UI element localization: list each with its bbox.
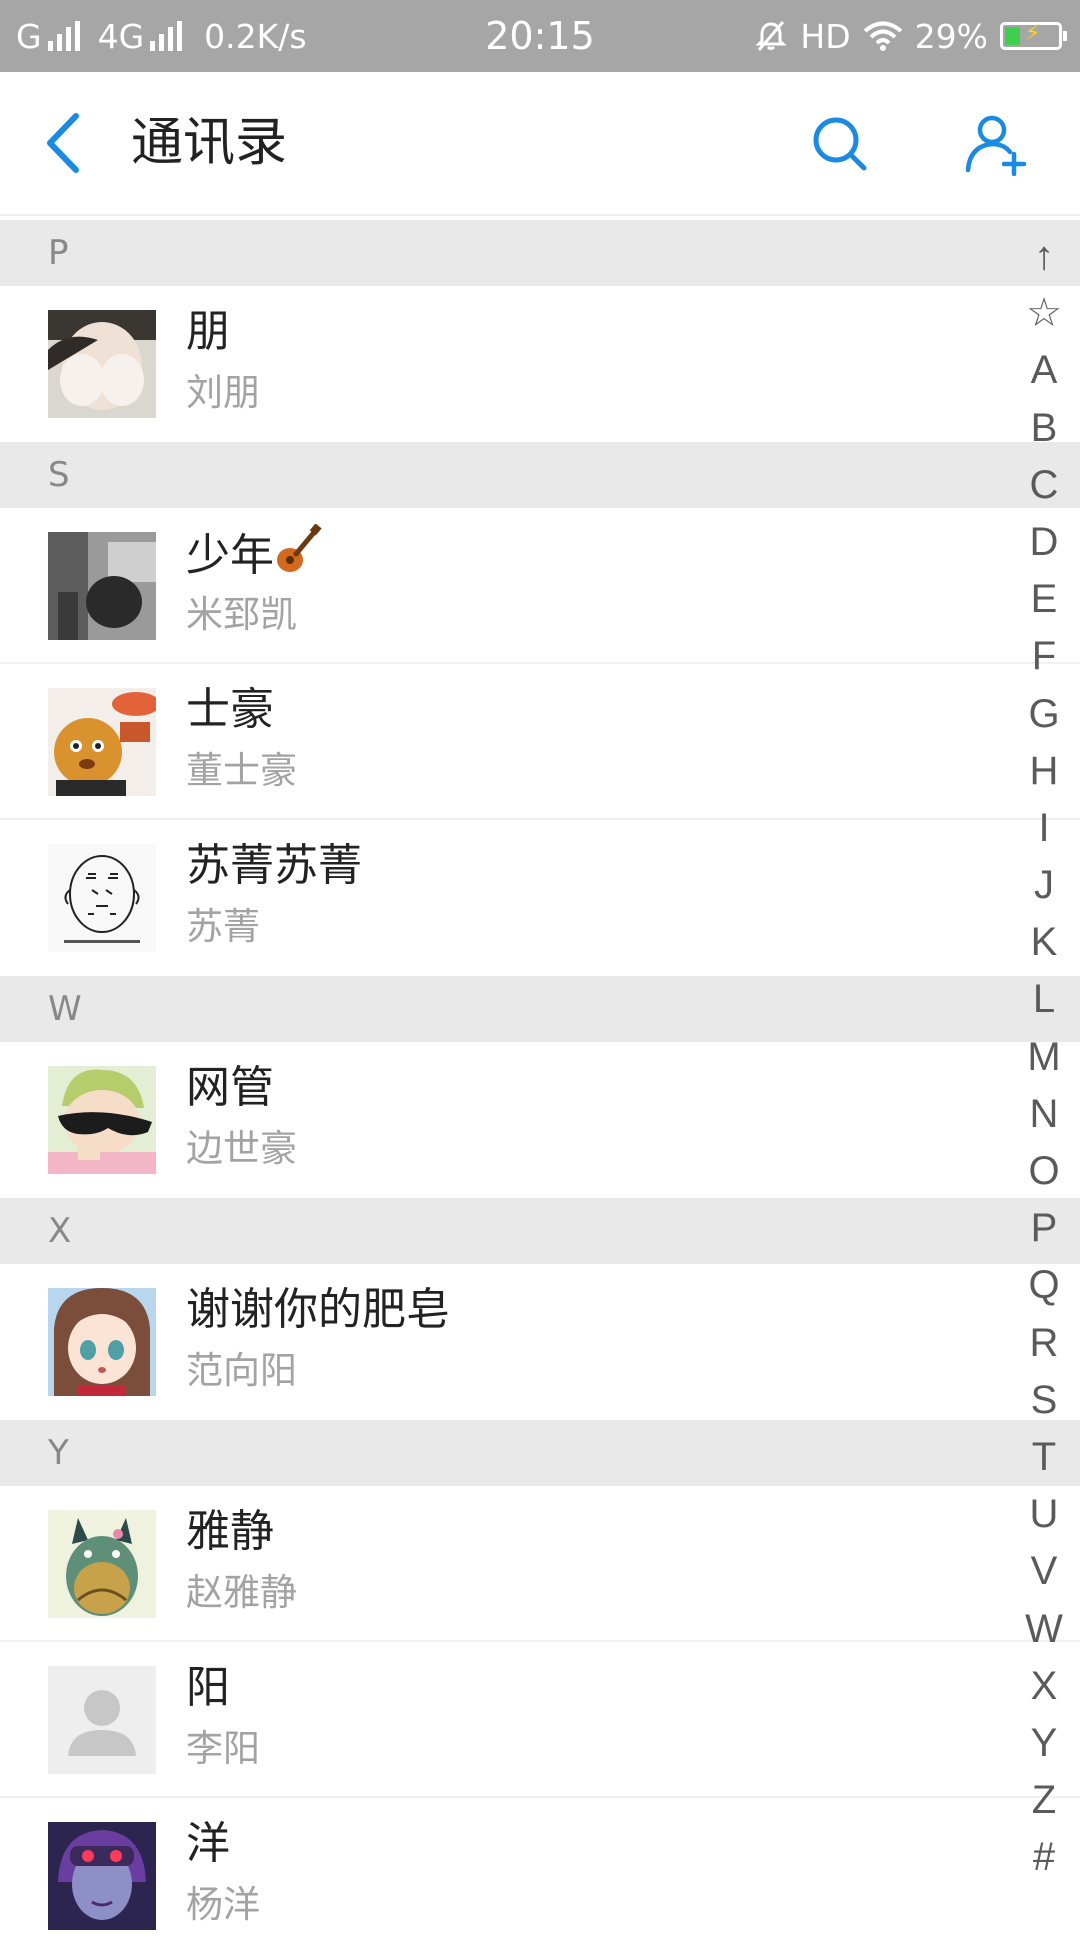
contact-real-name: 刘朋 [186, 371, 260, 414]
avatar [48, 1288, 156, 1396]
contact-list: P 朋 刘朋 S 少年 米郅凯 士豪 董士豪 苏菁苏菁 苏菁 W 网管 边世豪 … [0, 220, 1080, 1954]
index-letter-p[interactable]: P [1012, 1200, 1076, 1257]
status-right: HD 29% ⚡ [742, 0, 1067, 72]
index-letter-m[interactable]: M [1012, 1029, 1076, 1086]
index-letter-s[interactable]: S [1012, 1372, 1076, 1429]
status-bar: G 4G 0.2K/s 20:15 HD 29% ⚡ [0, 0, 1080, 72]
contact-name: 苏菁苏菁 [186, 840, 362, 891]
section-header-p: P [0, 220, 1080, 286]
contact-real-name: 董士豪 [186, 749, 297, 792]
battery-percent: 29% [914, 16, 988, 56]
section-header-x: X [0, 1198, 1080, 1264]
wifi-icon [863, 21, 902, 51]
back-arrow-icon [47, 113, 79, 173]
index-letter-a[interactable]: A [1012, 342, 1076, 399]
contact-real-name: 李阳 [186, 1727, 260, 1770]
contact-row[interactable]: 朋 刘朋 [0, 286, 1080, 442]
contact-real-name: 赵雅静 [186, 1571, 297, 1614]
hd-label: HD [800, 16, 851, 56]
avatar [48, 1066, 156, 1174]
alarm-off-icon [755, 21, 788, 51]
section-header-w: W [0, 976, 1080, 1042]
contact-row[interactable]: 网管 边世豪 [0, 1042, 1080, 1198]
index-letter-d[interactable]: D [1012, 514, 1076, 571]
search-button[interactable] [808, 112, 872, 176]
index-letter-u[interactable]: U [1012, 1486, 1076, 1543]
index-letter-b[interactable]: B [1012, 400, 1076, 457]
contact-name: 谢谢你的肥皂 [186, 1284, 450, 1335]
index-letter-l[interactable]: L [1012, 971, 1076, 1028]
section-header-y: Y [0, 1420, 1080, 1486]
index-letter-x[interactable]: X [1012, 1658, 1076, 1715]
app-header: 通讯录 [0, 72, 1080, 216]
index-hash[interactable]: # [1012, 1829, 1076, 1886]
contact-row[interactable]: 少年 米郅凯 [0, 508, 1080, 664]
contact-name: 朋 [186, 306, 230, 357]
index-letter-v[interactable]: V [1012, 1543, 1076, 1600]
contact-name: 网管 [186, 1062, 274, 1113]
battery-icon: ⚡ [1000, 21, 1067, 50]
index-letter-y[interactable]: Y [1012, 1715, 1076, 1772]
index-letter-f[interactable]: F [1012, 628, 1076, 685]
avatar [48, 1666, 156, 1774]
contact-name: 洋 [186, 1818, 230, 1869]
guitar-emoji-icon [277, 523, 322, 572]
contact-row[interactable]: 苏菁苏菁 苏菁 [0, 820, 1080, 976]
add-contact-button[interactable] [964, 112, 1028, 177]
avatar [48, 1510, 156, 1618]
avatar [48, 688, 156, 796]
contact-real-name: 边世豪 [186, 1127, 297, 1170]
index-letter-w[interactable]: W [1012, 1601, 1076, 1658]
alphabet-index[interactable]: ↑ ☆ A B C D E F G H I J K L M N O P Q R … [1012, 228, 1076, 1886]
contact-row[interactable]: 士豪 董士豪 [0, 664, 1080, 820]
index-letter-c[interactable]: C [1012, 457, 1076, 514]
avatar [48, 310, 156, 418]
search-icon [813, 117, 867, 171]
add-contact-icon [965, 115, 1027, 177]
page-title: 通讯录 [131, 113, 288, 173]
index-letter-h[interactable]: H [1012, 743, 1076, 800]
contact-real-name: 苏菁 [186, 905, 260, 948]
index-letter-t[interactable]: T [1012, 1429, 1076, 1486]
contact-row[interactable]: 雅静 赵雅静 [0, 1486, 1080, 1642]
avatar [48, 1822, 156, 1930]
index-letter-e[interactable]: E [1012, 571, 1076, 628]
index-letter-i[interactable]: I [1012, 800, 1076, 857]
contact-row[interactable]: 洋 杨洋 [0, 1798, 1080, 1954]
avatar [48, 844, 156, 952]
contact-real-name: 范向阳 [186, 1349, 297, 1392]
index-letter-k[interactable]: K [1012, 914, 1076, 971]
contact-row[interactable]: 阳 李阳 [0, 1642, 1080, 1798]
contact-name: 少年 [186, 523, 322, 586]
contact-name: 士豪 [186, 684, 274, 735]
default-avatar-icon [48, 1666, 156, 1774]
index-letter-j[interactable]: J [1012, 857, 1076, 914]
index-letter-q[interactable]: Q [1012, 1257, 1076, 1314]
avatar [48, 532, 156, 640]
index-favorites[interactable]: ☆ [1012, 285, 1076, 342]
contact-name: 雅静 [186, 1506, 274, 1557]
index-letter-n[interactable]: N [1012, 1086, 1076, 1143]
index-letter-r[interactable]: R [1012, 1315, 1076, 1372]
contact-name: 阳 [186, 1662, 230, 1713]
index-letter-g[interactable]: G [1012, 686, 1076, 743]
index-letter-o[interactable]: O [1012, 1143, 1076, 1200]
section-header-s: S [0, 442, 1080, 508]
contact-real-name: 杨洋 [186, 1883, 260, 1926]
back-button[interactable] [40, 108, 90, 178]
contact-row[interactable]: 谢谢你的肥皂 范向阳 [0, 1264, 1080, 1420]
index-letter-z[interactable]: Z [1012, 1772, 1076, 1829]
contact-real-name: 米郅凯 [186, 593, 297, 636]
index-scroll-top[interactable]: ↑ [1012, 228, 1076, 285]
